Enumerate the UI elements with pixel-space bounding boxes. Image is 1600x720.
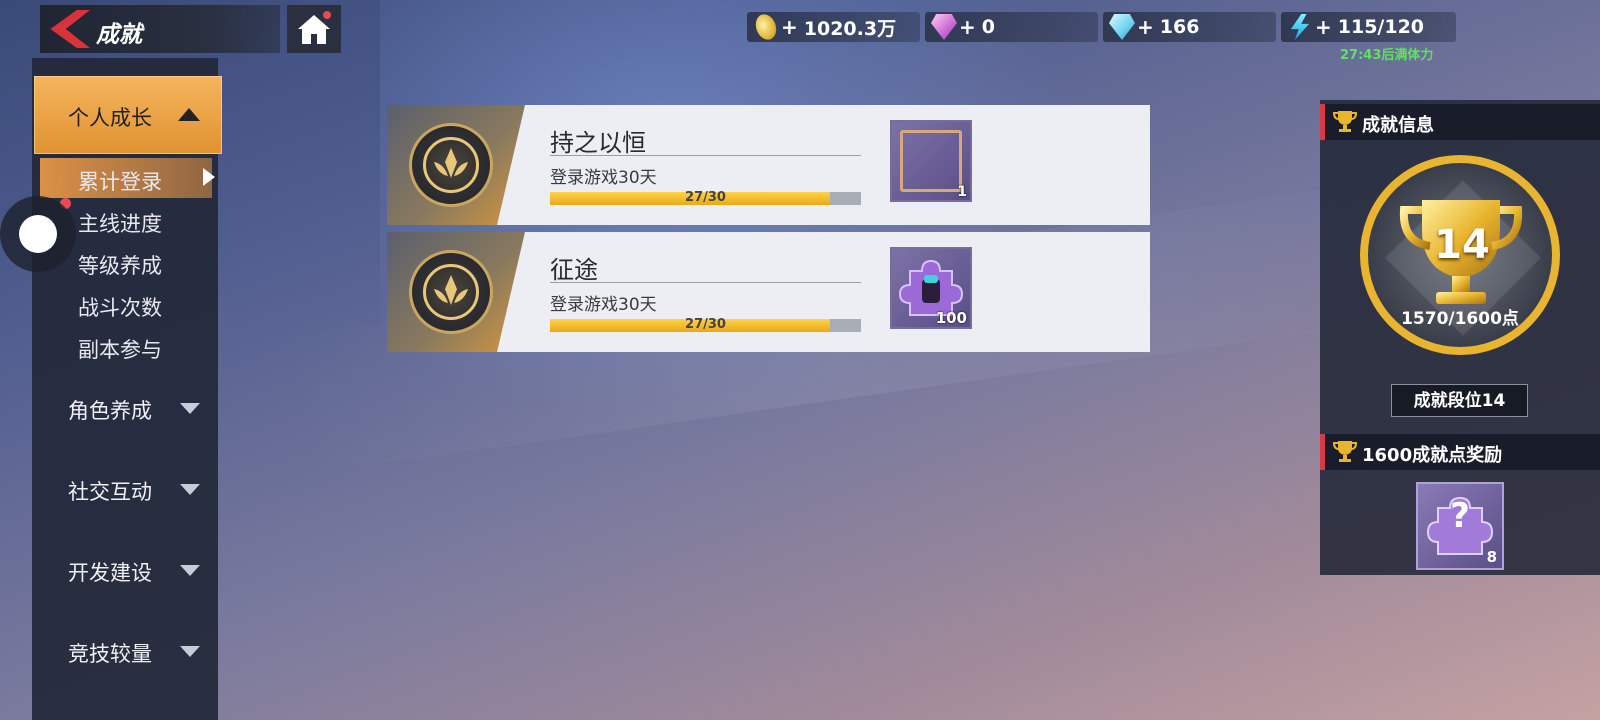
achievement-points: 1570/1600点 bbox=[1401, 309, 1519, 329]
reward-count: 100 bbox=[935, 309, 967, 327]
achievement-description: 登录游戏30天 bbox=[550, 295, 657, 315]
category-social[interactable]: 社交互动 bbox=[68, 476, 152, 506]
back-button[interactable]: 成就 bbox=[40, 5, 280, 53]
back-arrow-icon bbox=[50, 10, 90, 48]
category-label: 个人成长 bbox=[68, 106, 152, 130]
avatar-frame-icon bbox=[900, 130, 962, 192]
page-title: 成就 bbox=[96, 22, 142, 48]
resource-stamina[interactable]: + 115/120 bbox=[1281, 12, 1456, 42]
resource-pink-gem[interactable]: + 0 bbox=[925, 12, 1098, 42]
selected-arrow-icon bbox=[203, 168, 215, 186]
subcategory-main-progress[interactable]: 主线进度 bbox=[78, 208, 162, 238]
title-underline bbox=[550, 155, 861, 156]
category-character-growth[interactable]: 角色养成 bbox=[68, 395, 152, 425]
reward-item[interactable]: 1 bbox=[890, 120, 972, 202]
plus-icon: + bbox=[1137, 15, 1154, 39]
expand-triangle-icon bbox=[180, 403, 200, 414]
info-header-label: 成就信息 bbox=[1362, 115, 1434, 136]
expand-triangle-icon bbox=[180, 484, 200, 495]
header-accent bbox=[1320, 104, 1325, 140]
header-accent bbox=[1320, 434, 1325, 470]
progress-bar: 27/30 bbox=[550, 190, 861, 205]
pink-gem-icon bbox=[931, 14, 957, 40]
achievement-card[interactable]: 持之以恒 登录游戏30天 27/30 1 bbox=[387, 105, 1150, 225]
plus-icon: + bbox=[959, 15, 976, 39]
reward-count: 1 bbox=[957, 184, 967, 200]
achievement-title: 持之以恒 bbox=[550, 129, 646, 157]
category-development[interactable]: 开发建设 bbox=[68, 557, 152, 587]
expand-triangle-icon bbox=[180, 565, 200, 576]
points-reward-header: 1600成就点奖励 bbox=[1320, 434, 1600, 470]
category-arena[interactable]: 竞技较量 bbox=[68, 638, 152, 668]
resource-gold[interactable]: + 1020.3万 bbox=[747, 11, 920, 43]
pink-gem-value: 0 bbox=[981, 16, 995, 38]
resource-diamond[interactable]: + 166 bbox=[1103, 12, 1276, 42]
achievement-badge-icon bbox=[409, 123, 493, 207]
achievement-description: 登录游戏30天 bbox=[550, 168, 657, 188]
reward-count: 8 bbox=[1486, 548, 1497, 566]
badge-inner bbox=[423, 137, 479, 193]
reward-item[interactable]: 100 bbox=[890, 247, 972, 329]
notification-dot bbox=[323, 11, 331, 19]
subcategory-cumulative-login[interactable]: 累计登录 bbox=[78, 166, 162, 196]
stamina-refill-timer: 27:43后满体力 bbox=[1340, 48, 1434, 63]
diamond-value: 166 bbox=[1159, 16, 1200, 38]
stamina-value: 115/120 bbox=[1337, 16, 1425, 38]
achievement-level: 14 bbox=[1434, 222, 1490, 268]
home-button[interactable] bbox=[287, 5, 341, 53]
achievement-card[interactable]: 征途 登录游戏30天 27/30 100 bbox=[387, 232, 1150, 352]
trophy-icon bbox=[1332, 441, 1358, 462]
achievement-rank: 成就段位14 bbox=[1391, 384, 1528, 417]
points-reward-item[interactable]: ? 8 bbox=[1416, 482, 1504, 570]
plus-icon: + bbox=[1315, 15, 1332, 39]
stamina-bolt-icon bbox=[1290, 14, 1310, 40]
floating-assistant-button[interactable] bbox=[0, 196, 76, 272]
collapse-triangle-icon bbox=[178, 108, 200, 121]
achievement-title: 征途 bbox=[550, 256, 598, 284]
gold-value: 1020.3万 bbox=[803, 17, 897, 40]
progress-bar: 27/30 bbox=[550, 317, 861, 332]
expand-triangle-icon bbox=[180, 646, 200, 657]
wings-emblem-icon bbox=[434, 275, 468, 305]
blue-diamond-icon bbox=[1109, 14, 1135, 40]
subcategory-dungeon-participation[interactable]: 副本参与 bbox=[78, 334, 162, 364]
trophy-icon bbox=[1332, 111, 1358, 132]
subcategory-battle-count[interactable]: 战斗次数 bbox=[78, 292, 162, 322]
title-underline bbox=[550, 282, 861, 283]
reward-header-label: 1600成就点奖励 bbox=[1362, 445, 1503, 466]
achievement-info-header: 成就信息 bbox=[1320, 104, 1600, 140]
wings-emblem-icon bbox=[434, 148, 468, 178]
progress-text: 27/30 bbox=[685, 190, 726, 205]
subcategory-level-growth[interactable]: 等级养成 bbox=[78, 250, 162, 280]
mystery-symbol: ? bbox=[1450, 496, 1470, 536]
gold-coin-icon bbox=[752, 11, 780, 43]
floating-dot-icon bbox=[19, 215, 57, 253]
badge-inner bbox=[423, 264, 479, 320]
category-personal-growth[interactable]: 个人成长 bbox=[34, 76, 222, 154]
achievement-badge-icon bbox=[409, 250, 493, 334]
plus-icon: + bbox=[781, 15, 798, 39]
progress-text: 27/30 bbox=[685, 317, 726, 332]
